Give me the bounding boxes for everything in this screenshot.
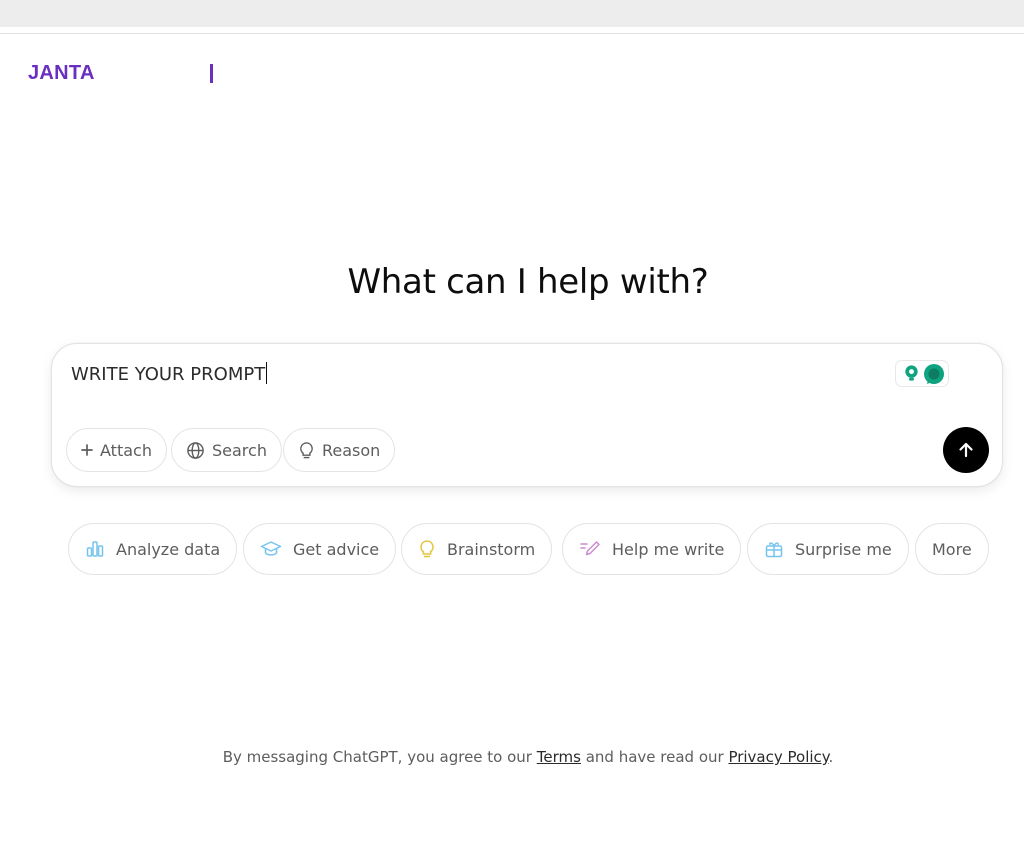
footer-middle: and have read our [580,748,729,766]
lightbulb-icon [418,539,436,559]
pen-icon [579,539,601,559]
suggestion-label: Surprise me [795,539,892,559]
search-button[interactable]: Search [171,428,282,472]
suggestion-label: More [932,539,972,559]
suggestion-brainstorm[interactable]: Brainstorm [401,523,553,575]
lightbulb-icon [905,365,918,381]
top-divider [0,33,1024,34]
footer-suffix: . [828,748,834,766]
attach-label: Attach [100,440,152,460]
suggestion-surprise-me[interactable]: Surprise me [747,523,909,575]
suggestion-label: Analyze data [116,539,221,559]
privacy-policy-link[interactable]: Privacy Policy [728,748,828,766]
suggestion-label: Brainstorm [447,539,536,559]
prompt-input[interactable]: WRITE YOUR PROMPT [71,362,268,385]
arrow-up-icon [959,442,973,458]
lightbulb-icon [298,441,315,460]
graduation-cap-icon [260,539,282,559]
brand-caret [210,64,213,83]
reason-button[interactable]: Reason [283,428,396,472]
send-button[interactable] [943,427,989,473]
chat-bubble-icon [924,364,944,384]
terms-link[interactable]: Terms [537,748,581,766]
search-label: Search [212,440,267,460]
globe-icon [186,441,205,460]
suggestion-label: Help me write [612,539,725,559]
attach-button[interactable]: Attach [66,428,167,472]
suggestion-help-me-write[interactable]: Help me write [562,523,742,575]
footer-disclaimer: By messaging ChatGPT, you agree to our T… [0,748,1024,766]
footer-prefix: By messaging ChatGPT, you agree to our [222,748,537,766]
extension-widget[interactable] [895,360,949,387]
browser-top-bar [0,0,1024,27]
page-title: What can I help with? [347,262,709,302]
suggestion-label: Get advice [293,539,380,559]
gift-icon [764,539,784,559]
plus-icon [81,444,93,456]
prompt-input-value: WRITE YOUR PROMPT [71,364,266,385]
brand-logo[interactable]: JANTA [28,62,95,85]
text-caret [266,362,268,384]
bar-chart-icon [85,539,105,559]
suggestion-analyze-data[interactable]: Analyze data [68,523,238,575]
reason-label: Reason [322,440,381,460]
suggestion-more[interactable]: More [915,523,989,575]
suggestion-get-advice[interactable]: Get advice [243,523,397,575]
